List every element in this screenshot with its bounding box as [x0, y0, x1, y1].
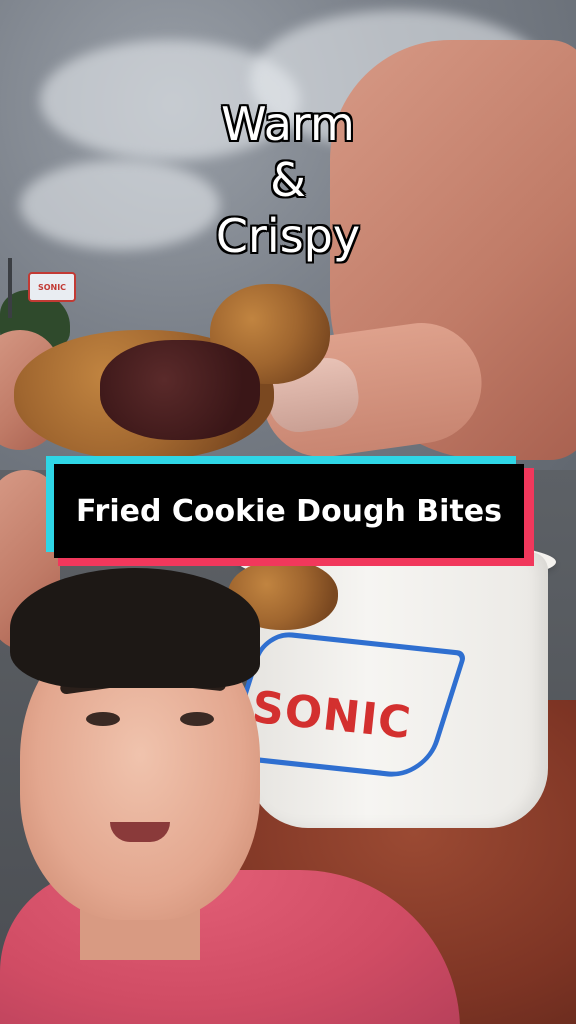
- caption-line: &: [270, 153, 306, 207]
- title-text: Fried Cookie Dough Bites: [75, 493, 503, 529]
- title-banner: Fried Cookie Dough Bites: [46, 456, 534, 566]
- street-sign: SONIC: [28, 272, 76, 302]
- sign-pole: [8, 258, 12, 318]
- hair: [10, 568, 260, 688]
- caption-overlay: Warm & Crispy: [0, 96, 576, 264]
- caption-line: Crispy: [215, 209, 361, 263]
- caption-line: Warm: [221, 97, 355, 151]
- melted-chocolate: [100, 340, 260, 440]
